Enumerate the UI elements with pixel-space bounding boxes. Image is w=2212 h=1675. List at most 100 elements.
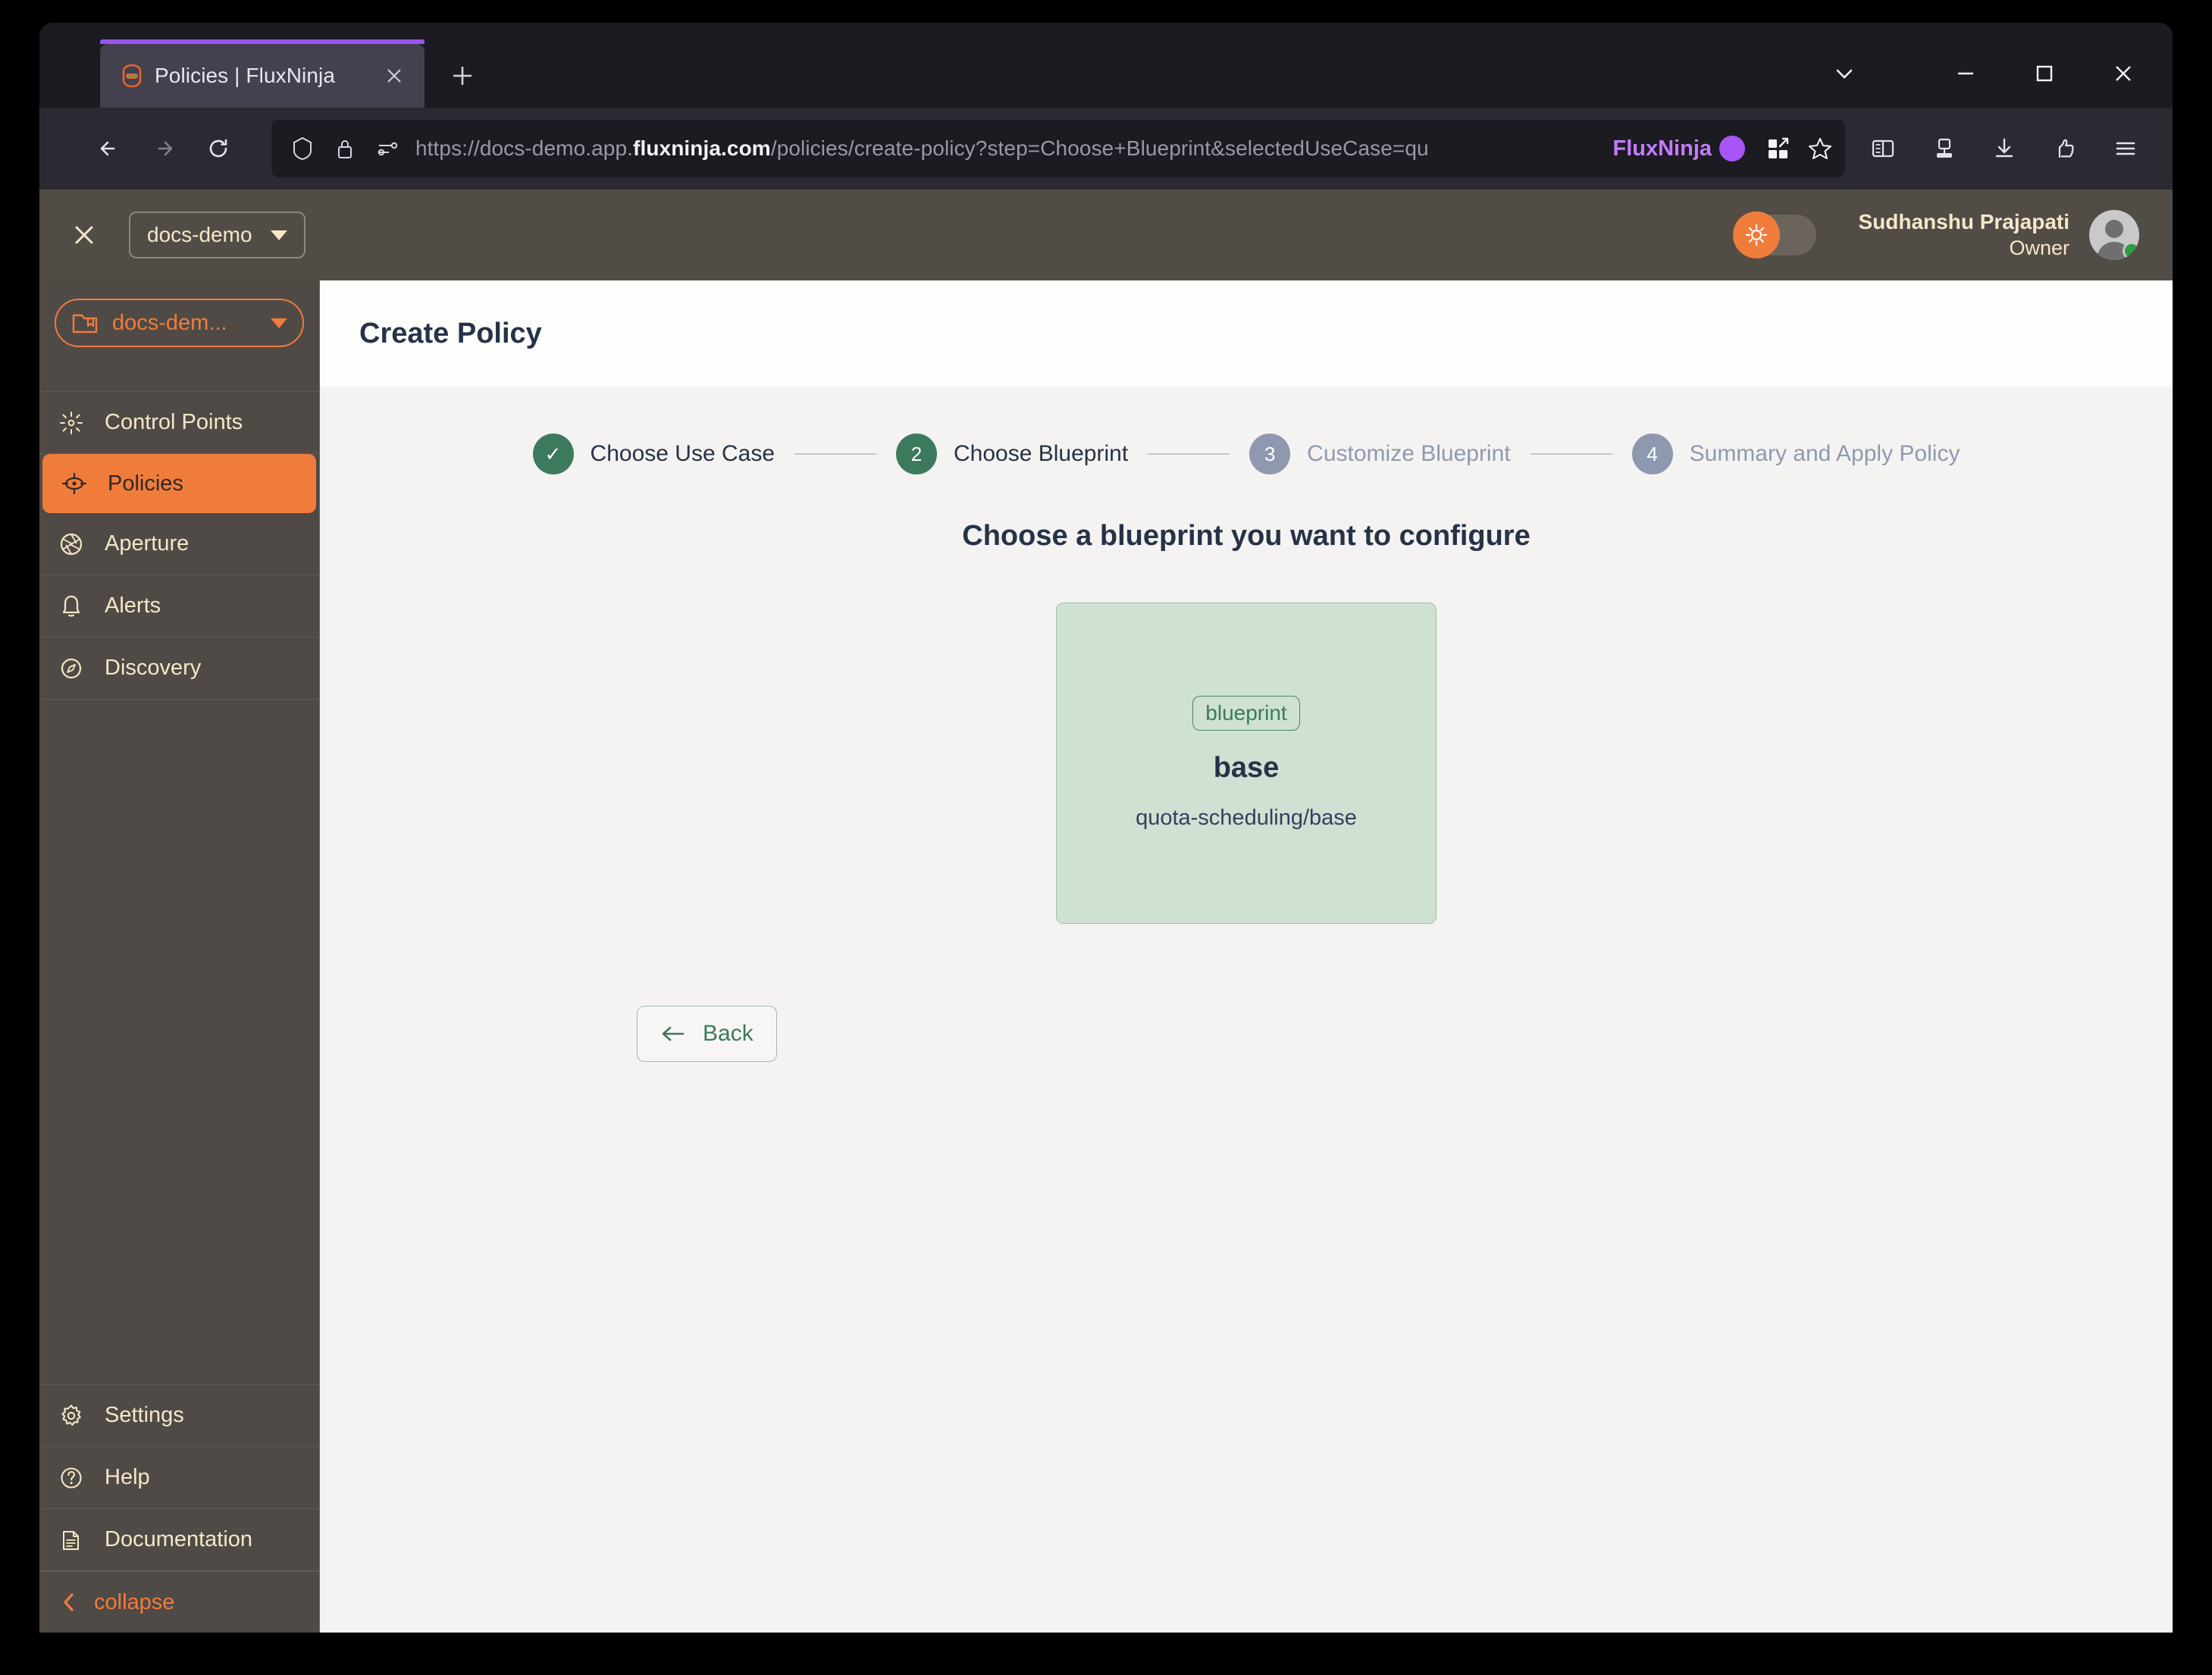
bookmark-star-icon[interactable]: [1806, 134, 1834, 163]
step-customize-blueprint[interactable]: 3 Customize Blueprint: [1249, 434, 1511, 474]
sidebar-item-label: Discovery: [105, 656, 202, 680]
user-role: Owner: [2009, 236, 2069, 259]
blueprint-tag-badge: blueprint: [1192, 696, 1300, 731]
policies-icon: [59, 468, 89, 499]
back-arrow-icon[interactable]: [82, 121, 136, 176]
step-number-badge: ✓: [532, 434, 574, 474]
extensions-icon[interactable]: [1763, 134, 1792, 163]
tab-close-icon[interactable]: [378, 59, 411, 92]
aperture-icon: [56, 529, 86, 559]
theme-toggle[interactable]: [1732, 211, 1816, 258]
sidebar-project-section: docs-dem...: [39, 280, 319, 391]
sun-icon: [1732, 211, 1780, 258]
blueprint-card[interactable]: blueprint base quota-scheduling/base: [1056, 603, 1437, 924]
chevron-down-icon: [270, 230, 287, 240]
org-selector-label: docs-demo: [147, 223, 252, 246]
close-wizard-icon[interactable]: [39, 189, 129, 280]
sidebar-item-settings[interactable]: Settings: [39, 1385, 319, 1447]
fluxninja-favicon-icon: [120, 64, 144, 88]
app-menu-icon[interactable]: [2098, 121, 2153, 176]
lock-icon[interactable]: [331, 134, 359, 163]
chevron-left-icon: [59, 1591, 79, 1614]
step-label: Customize Blueprint: [1307, 441, 1511, 466]
sidebar-item-label: Help: [105, 1465, 150, 1489]
save-to-pocket-icon[interactable]: [1916, 121, 1971, 176]
sidebar-collapse-button[interactable]: collapse: [39, 1572, 319, 1633]
sidebar-nav-list: Control Points Policies Aperture Alerts …: [39, 392, 319, 700]
sidebar-icon[interactable]: [1856, 121, 1910, 176]
control-points-icon: [56, 408, 86, 438]
bell-icon: [56, 591, 86, 621]
blueprint-card-row: blueprint base quota-scheduling/base: [320, 603, 2173, 924]
url-scheme: https://docs-demo.app.: [415, 136, 634, 160]
wizard-stepper: ✓ Choose Use Case 2 Choose Blueprint 3 C…: [320, 434, 2173, 474]
browser-tab[interactable]: Policies | FluxNinja: [100, 39, 425, 108]
step-choose-use-case[interactable]: ✓ Choose Use Case: [532, 434, 775, 474]
step-connector: [1530, 453, 1612, 455]
step-number-badge: 3: [1249, 434, 1291, 474]
url-text[interactable]: https://docs-demo.app.fluxninja.com/poli…: [415, 136, 1591, 161]
step-summary-and-apply-policy[interactable]: 4 Summary and Apply Policy: [1631, 434, 1960, 474]
fluxninja-chip-dot-icon: [1719, 136, 1745, 161]
minimize-window-icon[interactable]: [1948, 56, 1983, 91]
maximize-window-icon[interactable]: [2027, 56, 2062, 91]
sidebar-item-help[interactable]: Help: [39, 1447, 319, 1509]
main-header: Create Policy: [320, 280, 2173, 387]
sidebar-item-policies[interactable]: Policies: [42, 454, 316, 513]
main-content: Create Policy ✓ Choose Use Case 2 Choose…: [320, 280, 2173, 1633]
url-bar[interactable]: https://docs-demo.app.fluxninja.com/poli…: [271, 120, 1845, 177]
sidebar-item-documentation[interactable]: Documentation: [39, 1509, 319, 1571]
user-name: Sudhanshu Prajapati: [1858, 210, 2070, 234]
sidebar-item-aperture[interactable]: Aperture: [39, 513, 319, 575]
status-badge-online: [2123, 242, 2139, 260]
topbar-right-group: Sudhanshu Prajapati Owner: [1732, 209, 2139, 260]
fluxninja-chip-label: FluxNinja: [1612, 136, 1712, 161]
chevron-down-icon: [271, 318, 287, 328]
step-connector: [1148, 453, 1230, 455]
sidebar-item-label: Policies: [108, 471, 183, 496]
sidebar-item-label: Aperture: [105, 531, 190, 556]
arrow-left-icon: [660, 1024, 686, 1044]
step-label: Choose Blueprint: [954, 441, 1129, 466]
step-choose-blueprint[interactable]: 2 Choose Blueprint: [896, 434, 1128, 474]
tracking-protection-shield-icon[interactable]: [288, 134, 317, 163]
project-selector-label: docs-dem...: [112, 310, 227, 335]
back-button[interactable]: Back: [637, 1006, 777, 1062]
browser-window: Policies | FluxNinja https://docs-demo.a…: [39, 23, 2173, 1633]
project-folder-icon: [71, 311, 99, 335]
url-host: fluxninja.com: [633, 136, 771, 160]
page-title: Create Policy: [359, 317, 542, 349]
question-circle-icon: [56, 1463, 86, 1493]
downloads-icon[interactable]: [1977, 121, 2032, 176]
list-all-tabs-icon[interactable]: [1827, 56, 1862, 91]
tab-accent-bar: [100, 39, 425, 44]
project-selector[interactable]: docs-dem...: [55, 299, 304, 347]
user-menu[interactable]: Sudhanshu Prajapati Owner: [1858, 209, 2139, 260]
account-icon[interactable]: [2038, 121, 2092, 176]
document-icon: [56, 1525, 86, 1555]
sidebar-item-discovery[interactable]: Discovery: [39, 637, 319, 700]
section-title: Choose a blueprint you want to configure: [962, 520, 1531, 552]
forward-arrow-icon[interactable]: [136, 121, 191, 176]
step-number-badge: 2: [896, 434, 938, 474]
avatar[interactable]: [2089, 210, 2139, 260]
permissions-icon[interactable]: [373, 134, 402, 163]
reload-icon[interactable]: [191, 121, 246, 176]
step-label: Choose Use Case: [590, 441, 775, 466]
sidebar-item-label: Alerts: [105, 593, 161, 618]
avatar-head-icon: [2105, 220, 2123, 238]
wizard-actions: Back: [320, 1006, 2173, 1062]
blueprint-name: base: [1213, 752, 1280, 784]
sidebar-item-alerts[interactable]: Alerts: [39, 575, 319, 637]
sidebar-item-control-points[interactable]: Control Points: [39, 392, 319, 454]
gear-icon: [56, 1401, 86, 1431]
new-tab-button[interactable]: [441, 55, 484, 97]
org-selector[interactable]: docs-demo: [129, 211, 305, 258]
main-body: ✓ Choose Use Case 2 Choose Blueprint 3 C…: [320, 387, 2173, 1633]
fluxninja-account-chip[interactable]: FluxNinja: [1605, 136, 1750, 161]
compass-icon: [56, 653, 86, 684]
browser-tab-strip: Policies | FluxNinja: [39, 23, 2173, 108]
sidebar-item-label: Control Points: [105, 410, 243, 434]
close-window-icon[interactable]: [2106, 56, 2141, 91]
